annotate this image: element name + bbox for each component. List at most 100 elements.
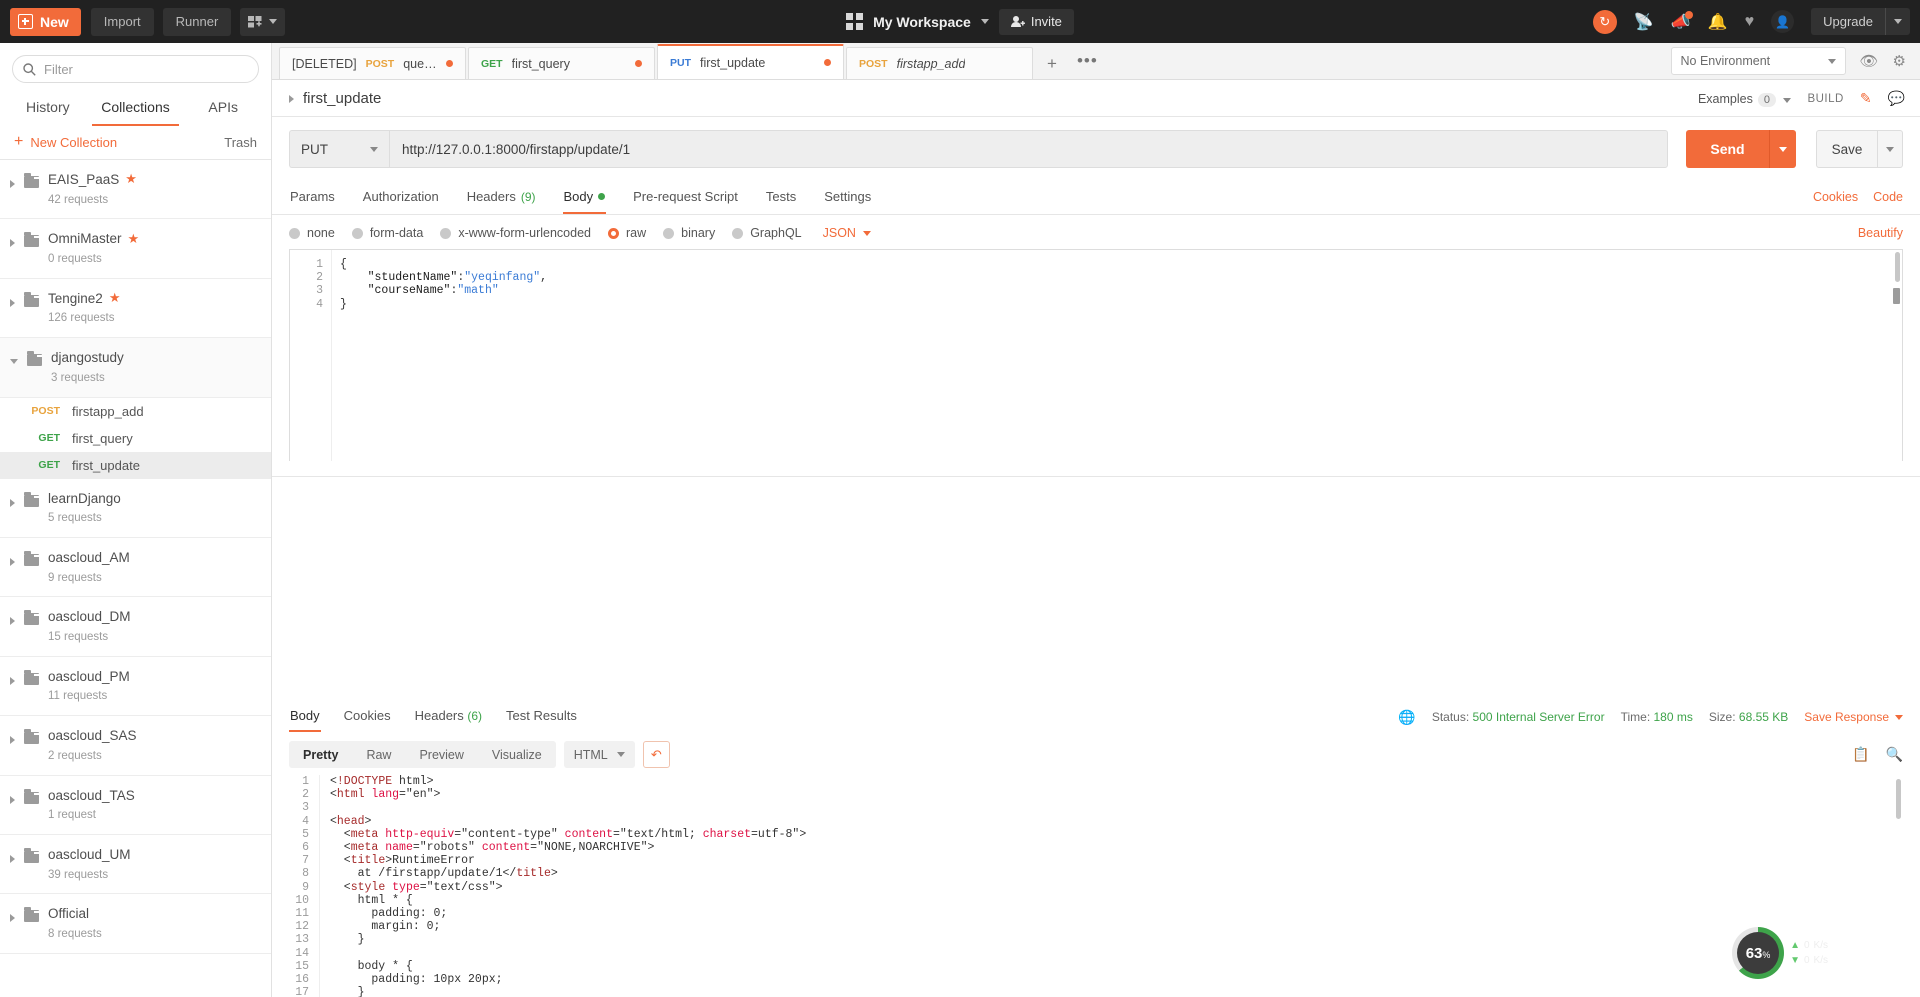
megaphone-icon[interactable]: 📣	[1671, 10, 1693, 32]
chevron-right-icon[interactable]	[10, 180, 15, 188]
copy-icon[interactable]: 📋	[1852, 746, 1869, 763]
collection-item-oascloud_sas[interactable]: oascloud_SAS 2 requests	[0, 716, 271, 776]
editor-scrollbar-thumb[interactable]	[1893, 288, 1900, 304]
request-subtab-tests[interactable]: Tests	[765, 179, 797, 214]
beautify-button[interactable]: Beautify	[1858, 226, 1903, 240]
satellite-icon[interactable]: 📡	[1634, 12, 1654, 32]
workspace-switcher[interactable]: My Workspace Invite	[795, 8, 1125, 35]
runner-button[interactable]: Runner	[162, 7, 232, 36]
response-view-pretty[interactable]: Pretty	[289, 748, 352, 762]
chevron-right-icon[interactable]	[10, 298, 15, 307]
comment-icon[interactable]: 💬	[1888, 90, 1905, 107]
chevron-right-icon[interactable]	[10, 617, 15, 626]
chevron-right-icon[interactable]	[10, 855, 15, 864]
response-content[interactable]: <!DOCTYPE html> <html lang="en"> <head> …	[319, 775, 1903, 997]
response-body[interactable]: 1234567891011121314151617181920 <!DOCTYP…	[289, 775, 1903, 997]
upgrade-button[interactable]: Upgrade	[1811, 8, 1910, 35]
invite-button[interactable]: Invite	[998, 8, 1074, 35]
star-icon[interactable]: ★	[109, 289, 121, 308]
request-subtab-body[interactable]: Body	[562, 179, 607, 214]
collection-item-oascloud_am[interactable]: oascloud_AM 9 requests	[0, 538, 271, 598]
collection-item-eais_paas[interactable]: EAIS_PaaS ★ 42 requests	[0, 160, 271, 220]
request-body-editor[interactable]: 1234 { "studentName":"yeqinfang", "cours…	[289, 249, 1903, 461]
chevron-right-icon[interactable]	[10, 239, 15, 248]
request-subtab-settings[interactable]: Settings	[823, 179, 872, 214]
request-tab-queryModelList[interactable]: [DELETED] POST queryModelList	[279, 47, 466, 79]
method-select[interactable]: PUT	[289, 130, 389, 168]
chevron-right-icon[interactable]	[10, 795, 15, 804]
cookies-link[interactable]: Cookies	[1813, 190, 1858, 204]
upgrade-chevron-down-icon[interactable]	[1885, 8, 1910, 35]
wrap-lines-button[interactable]: ↶	[642, 741, 670, 768]
search-icon[interactable]: 🔍	[1886, 746, 1903, 763]
request-item-firstapp_add[interactable]: POST firstapp_add	[0, 398, 271, 425]
environment-select[interactable]: No Environment	[1670, 47, 1846, 75]
response-view-raw[interactable]: Raw	[352, 748, 405, 762]
star-icon[interactable]: ★	[125, 170, 137, 189]
eye-icon[interactable]: 👁	[1860, 52, 1879, 70]
expand-arrow-icon[interactable]	[289, 94, 294, 103]
save-response-button[interactable]: Save Response	[1804, 710, 1903, 724]
body-format-select[interactable]: JSON	[823, 226, 871, 240]
trash-button[interactable]: Trash	[224, 135, 257, 150]
search-input[interactable]: Filter	[12, 55, 259, 83]
gear-icon[interactable]: ⚙	[1893, 52, 1906, 70]
response-tab-cookies[interactable]: Cookies	[343, 708, 392, 732]
sidebar-tab-collections[interactable]: Collections	[91, 89, 180, 126]
heart-icon[interactable]: ♥	[1745, 13, 1755, 31]
save-options-button[interactable]	[1878, 130, 1903, 168]
response-tab-headers[interactable]: Headers (6)	[414, 708, 483, 732]
collection-item-djangostudy[interactable]: djangostudy 3 requests	[0, 338, 271, 398]
request-subtab-params[interactable]: Params	[289, 179, 336, 214]
request-subtab-pre-request-script[interactable]: Pre-request Script	[632, 179, 739, 214]
request-subtab-headers[interactable]: Headers (9)	[466, 179, 537, 214]
url-input[interactable]: http://127.0.0.1:8000/firstapp/update/1	[389, 130, 1668, 168]
sync-icon[interactable]: ↻	[1592, 9, 1617, 34]
collection-item-omnimaster[interactable]: OmniMaster ★ 0 requests	[0, 219, 271, 279]
chevron-down-icon[interactable]	[10, 359, 18, 365]
response-tab-test-results[interactable]: Test Results	[505, 708, 578, 732]
chevron-right-icon[interactable]	[10, 736, 15, 745]
new-window-button[interactable]	[240, 7, 286, 36]
sidebar-tab-history[interactable]: History	[4, 89, 92, 126]
collection-item-oascloud_dm[interactable]: oascloud_DM 15 requests	[0, 597, 271, 657]
sidebar-tab-apis[interactable]: APIs	[179, 89, 267, 126]
body-type-x-www-form-urlencoded[interactable]: x-www-form-urlencoded	[440, 226, 591, 240]
request-subtab-authorization[interactable]: Authorization	[362, 179, 440, 214]
send-button[interactable]: Send	[1686, 130, 1769, 168]
save-button[interactable]: Save	[1816, 130, 1878, 168]
chevron-right-icon[interactable]	[10, 498, 15, 507]
body-type-binary[interactable]: binary	[663, 226, 715, 240]
new-tab-button[interactable]: +	[1035, 54, 1069, 79]
response-tab-body[interactable]: Body	[289, 708, 321, 732]
request-tab-firstapp_add[interactable]: POST firstapp_add	[846, 47, 1033, 79]
collection-item-oascloud_pm[interactable]: oascloud_PM 11 requests	[0, 657, 271, 717]
collection-item-learndjango[interactable]: learnDjango 5 requests	[0, 479, 271, 539]
body-type-raw[interactable]: raw	[608, 226, 646, 240]
bell-icon[interactable]: 🔔	[1708, 12, 1728, 32]
star-icon[interactable]: ★	[128, 230, 140, 249]
response-scrollbar[interactable]	[1896, 779, 1901, 819]
request-item-first_update[interactable]: GET first_update	[0, 451, 271, 479]
chevron-right-icon[interactable]	[10, 558, 15, 567]
avatar-icon[interactable]: 👤	[1771, 10, 1795, 33]
collections-list[interactable]: EAIS_PaaS ★ 42 requests OmniMaster ★ 0 reques…	[0, 160, 271, 997]
editor-scrollbar[interactable]	[1895, 252, 1900, 282]
send-options-button[interactable]	[1769, 130, 1796, 168]
import-button[interactable]: Import	[90, 7, 154, 36]
collection-item-oascloud_tas[interactable]: oascloud_TAS 1 request	[0, 776, 271, 836]
body-type-GraphQL[interactable]: GraphQL	[732, 226, 802, 240]
collection-item-official[interactable]: Official 8 requests	[0, 894, 271, 954]
collection-item-tengine2[interactable]: Tengine2 ★ 126 requests	[0, 279, 271, 339]
code-link[interactable]: Code	[1873, 190, 1903, 204]
response-view-visualize[interactable]: Visualize	[478, 748, 556, 762]
body-type-form-data[interactable]: form-data	[351, 226, 423, 240]
request-item-first_query[interactable]: GET first_query	[0, 425, 271, 452]
new-button[interactable]: New	[10, 7, 81, 36]
response-view-preview[interactable]: Preview	[405, 748, 477, 762]
request-tab-first_query[interactable]: GET first_query	[468, 47, 655, 79]
collection-item-oascloud_um[interactable]: oascloud_UM 39 requests	[0, 835, 271, 895]
editor-content[interactable]: { "studentName":"yeqinfang", "courseName…	[332, 250, 1902, 461]
new-collection-button[interactable]: + New Collection	[14, 134, 117, 150]
chevron-right-icon[interactable]	[10, 676, 15, 685]
